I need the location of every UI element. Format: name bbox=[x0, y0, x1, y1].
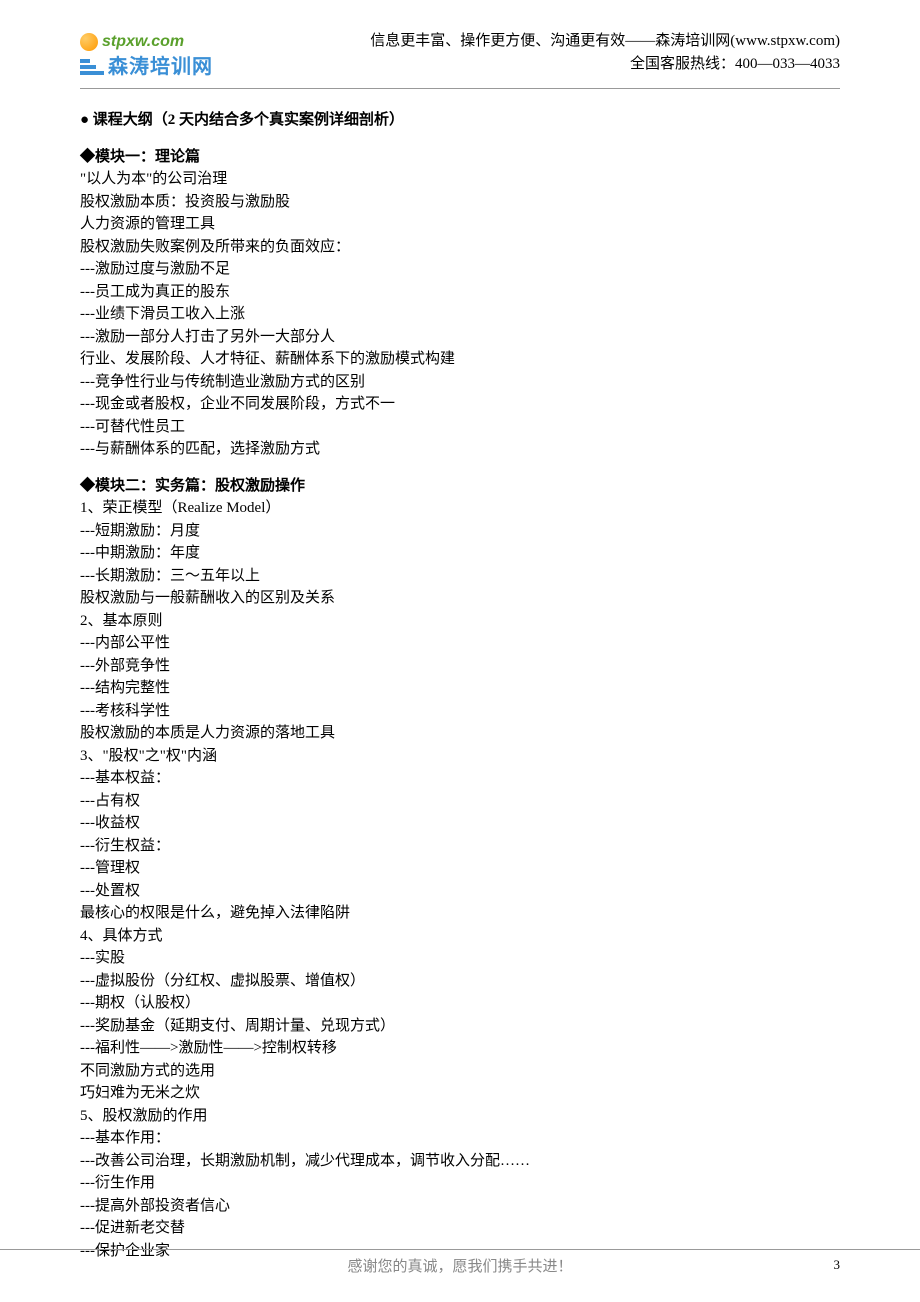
module1-line: "以人为本"的公司治理 bbox=[80, 168, 840, 191]
module2-line: 5、股权激励的作用 bbox=[80, 1105, 840, 1128]
bars-icon bbox=[80, 59, 104, 75]
module2-line: 1、荣正模型（Realize Model） bbox=[80, 497, 840, 520]
document-page: stpxw.com 森涛培训网 信息更丰富、操作更方便、沟通更有效——森涛培训网… bbox=[0, 0, 920, 1302]
logo: stpxw.com 森涛培训网 bbox=[80, 30, 213, 82]
module2-line: ---占有权 bbox=[80, 790, 840, 813]
course-outline-title: ● 课程大纲（2 天内结合多个真实案例详细剖析） bbox=[80, 109, 840, 132]
module2-line: ---内部公平性 bbox=[80, 632, 840, 655]
module1-heading: ◆模块一：理论篇 bbox=[80, 146, 840, 169]
module1-line: ---现金或者股权，企业不同发展阶段，方式不一 bbox=[80, 393, 840, 416]
footer-text: 感谢您的真诚，愿我们携手共进！ bbox=[347, 1259, 572, 1275]
module2-line: ---实股 bbox=[80, 947, 840, 970]
module2-line: ---收益权 bbox=[80, 812, 840, 835]
module2-line: 股权激励的本质是人力资源的落地工具 bbox=[80, 722, 840, 745]
module1-line: ---业绩下滑员工收入上涨 bbox=[80, 303, 840, 326]
module2-line: ---基本作用： bbox=[80, 1127, 840, 1150]
logo-cn-text: 森涛培训网 bbox=[108, 52, 213, 82]
module2-line: ---短期激励：月度 bbox=[80, 520, 840, 543]
module2-line: ---提高外部投资者信心 bbox=[80, 1195, 840, 1218]
module2-line: ---改善公司治理，长期激励机制，减少代理成本，调节收入分配…… bbox=[80, 1150, 840, 1173]
module1-body: "以人为本"的公司治理股权激励本质：投资股与激励股人力资源的管理工具股权激励失败… bbox=[80, 168, 840, 461]
module1-line: ---员工成为真正的股东 bbox=[80, 281, 840, 304]
header-text: 信息更丰富、操作更方便、沟通更有效——森涛培训网(www.stpxw.com) … bbox=[370, 30, 840, 75]
module2-line: ---中期激励：年度 bbox=[80, 542, 840, 565]
module2-line: 巧妇难为无米之炊 bbox=[80, 1082, 840, 1105]
module2-line: ---外部竞争性 bbox=[80, 655, 840, 678]
module2-line: 2、基本原则 bbox=[80, 610, 840, 633]
module1-line: ---竞争性行业与传统制造业激励方式的区别 bbox=[80, 371, 840, 394]
module1-line: 行业、发展阶段、人才特征、薪酬体系下的激励模式构建 bbox=[80, 348, 840, 371]
module1-line: 股权激励失败案例及所带来的负面效应： bbox=[80, 236, 840, 259]
module2-line: ---处置权 bbox=[80, 880, 840, 903]
module2-line: 3、"股权"之"权"内涵 bbox=[80, 745, 840, 768]
logo-bottom-row: 森涛培训网 bbox=[80, 52, 213, 82]
module2-line: 4、具体方式 bbox=[80, 925, 840, 948]
module2-line: ---虚拟股份（分红权、虚拟股票、增值权） bbox=[80, 970, 840, 993]
module2-line: ---管理权 bbox=[80, 857, 840, 880]
module2-line: ---衍生作用 bbox=[80, 1172, 840, 1195]
module2-line: ---促进新老交替 bbox=[80, 1217, 840, 1240]
header-hotline: 全国客服热线：400—033—4033 bbox=[370, 53, 840, 76]
sun-icon bbox=[80, 33, 98, 51]
module1-line: ---激励过度与激励不足 bbox=[80, 258, 840, 281]
module1-line: ---激励一部分人打击了另外一大部分人 bbox=[80, 326, 840, 349]
module1-line: ---可替代性员工 bbox=[80, 416, 840, 439]
module2-line: ---基本权益： bbox=[80, 767, 840, 790]
page-number: 3 bbox=[834, 1255, 841, 1275]
logo-top-row: stpxw.com bbox=[80, 30, 184, 54]
page-header: stpxw.com 森涛培训网 信息更丰富、操作更方便、沟通更有效——森涛培训网… bbox=[80, 30, 840, 89]
module2-line: ---结构完整性 bbox=[80, 677, 840, 700]
page-footer: 感谢您的真诚，愿我们携手共进！ bbox=[0, 1249, 920, 1279]
module2-body: 1、荣正模型（Realize Model）---短期激励：月度---中期激励：年… bbox=[80, 497, 840, 1262]
module2-line: ---福利性——>激励性——>控制权转移 bbox=[80, 1037, 840, 1060]
module1-line: 股权激励本质：投资股与激励股 bbox=[80, 191, 840, 214]
module1-line: 人力资源的管理工具 bbox=[80, 213, 840, 236]
module2-line: ---长期激励：三～五年以上 bbox=[80, 565, 840, 588]
module2-line: 股权激励与一般薪酬收入的区别及关系 bbox=[80, 587, 840, 610]
module2-line: 不同激励方式的选用 bbox=[80, 1060, 840, 1083]
header-slogan: 信息更丰富、操作更方便、沟通更有效——森涛培训网(www.stpxw.com) bbox=[370, 30, 840, 53]
module2-heading: ◆模块二：实务篇：股权激励操作 bbox=[80, 475, 840, 498]
module2-line: ---期权（认股权） bbox=[80, 992, 840, 1015]
module2-line: ---衍生权益： bbox=[80, 835, 840, 858]
module1-line: ---与薪酬体系的匹配，选择激励方式 bbox=[80, 438, 840, 461]
module2-line: ---奖励基金（延期支付、周期计量、兑现方式） bbox=[80, 1015, 840, 1038]
module2-line: ---考核科学性 bbox=[80, 700, 840, 723]
module2-line: 最核心的权限是什么，避免掉入法律陷阱 bbox=[80, 902, 840, 925]
logo-url-text: stpxw.com bbox=[102, 30, 184, 54]
